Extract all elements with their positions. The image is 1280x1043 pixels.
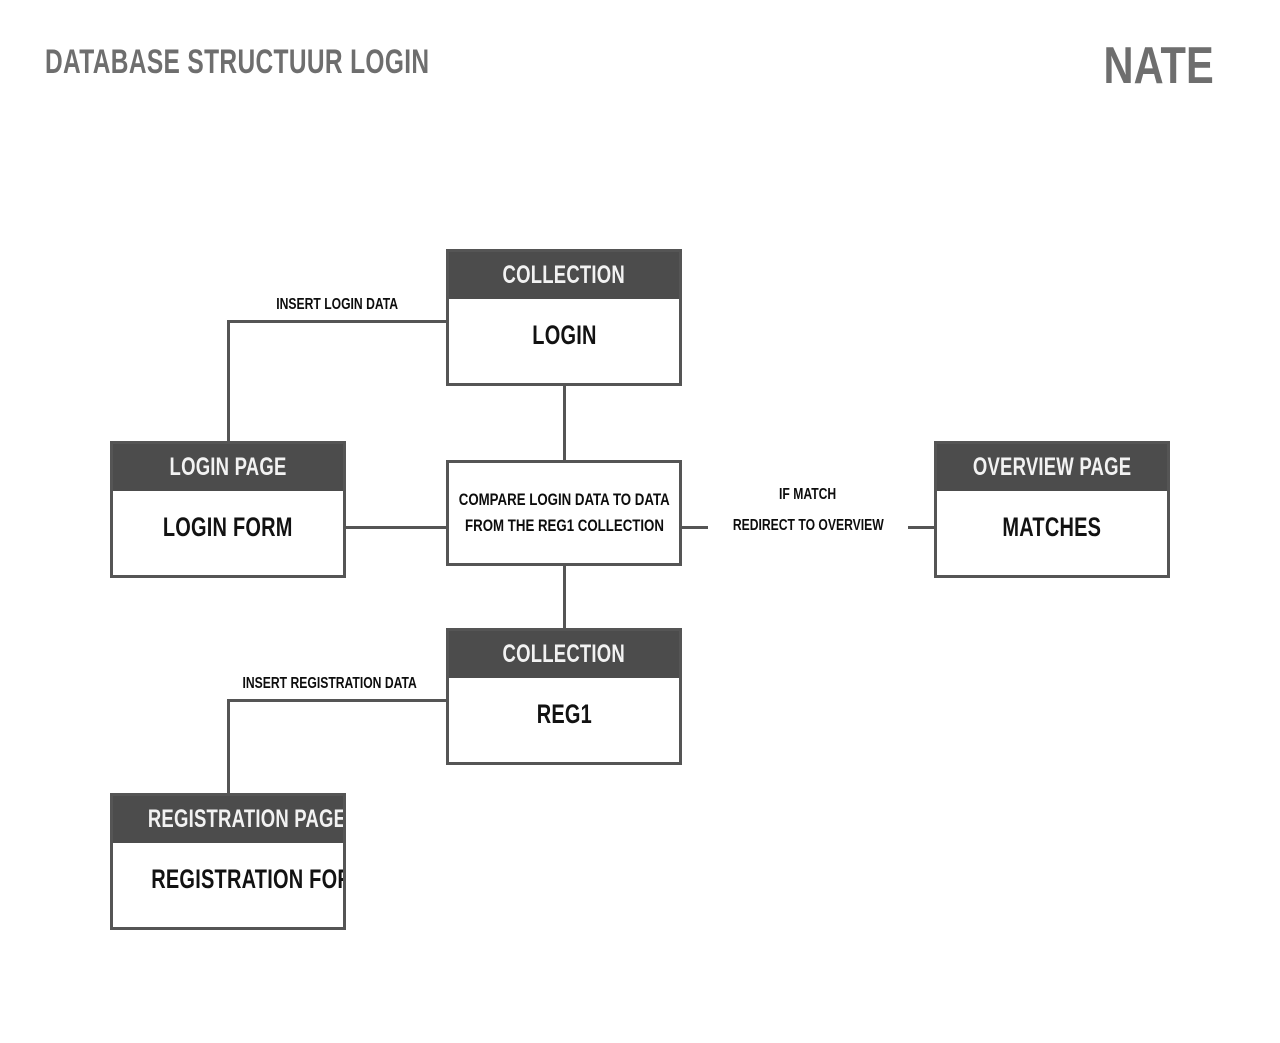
node-registration-page-header: REGISTRATION PAGE — [113, 796, 343, 843]
diagram-canvas: DATABASE STRUCTUUR LOGIN NATE INSERT LOG… — [0, 0, 1280, 1043]
node-registration-page-body: REGISTRATION FORM — [113, 843, 343, 927]
node-overview-page-body-text: MATCHES — [1002, 512, 1102, 542]
node-registration-page-body-text: REGISTRATION FORM — [151, 864, 343, 894]
node-compare-login-data-line1: COMPARE LOGIN DATA TO DATA — [458, 489, 670, 509]
node-overview-page-header-text: OVERVIEW PAGE — [972, 453, 1132, 481]
node-overview-page-body: MATCHES — [937, 491, 1167, 575]
node-compare-login-data-line2: FROM THE REG1 COLLECTION — [464, 516, 664, 535]
node-collection-reg1[interactable]: COLLECTION REG1 — [446, 628, 682, 765]
edge-label-insert-login-data-text: INSERT LOGIN DATA — [276, 296, 398, 313]
node-registration-page[interactable]: REGISTRATION PAGE REGISTRATION FORM — [110, 793, 346, 930]
connector-registrationpage-to-collectionreg1-horizontal — [227, 699, 450, 702]
node-collection-login-body-text: LOGIN — [531, 320, 597, 350]
node-login-page-body: LOGIN FORM — [113, 491, 343, 575]
node-collection-login[interactable]: COLLECTION LOGIN — [446, 249, 682, 386]
node-registration-page-header-text: REGISTRATION PAGE — [147, 805, 343, 833]
node-overview-page-header: OVERVIEW PAGE — [937, 444, 1167, 491]
node-collection-reg1-header-text: COLLECTION — [502, 640, 626, 668]
connector-compare-to-collectionreg1 — [563, 564, 566, 629]
edge-label-redirect-to-overview-text: REDIRECT TO OVERVIEW — [732, 517, 884, 534]
brand-logo: NATE — [1103, 37, 1214, 95]
node-collection-login-header: COLLECTION — [449, 252, 679, 299]
node-collection-login-header-text: COLLECTION — [502, 261, 626, 289]
edge-label-insert-registration-data: INSERT REGISTRATION DATA — [215, 675, 440, 693]
edge-label-if-match-text: IF MATCH — [779, 486, 837, 503]
node-login-page-body-text: LOGIN FORM — [163, 512, 293, 542]
page-title: DATABASE STRUCTUUR LOGIN — [45, 43, 430, 81]
connector-collectionlogin-to-compare — [563, 385, 566, 463]
node-login-page-header: LOGIN PAGE — [113, 444, 343, 491]
edge-label-insert-registration-data-text: INSERT REGISTRATION DATA — [242, 675, 417, 692]
node-collection-reg1-body-text: REG1 — [536, 699, 592, 729]
node-compare-login-data-body: COMPARE LOGIN DATA TO DATA FROM THE REG1… — [449, 463, 679, 563]
node-login-page-header-text: LOGIN PAGE — [169, 453, 287, 481]
node-collection-login-body: LOGIN — [449, 299, 679, 383]
connector-loginpage-to-collectionlogin-horizontal — [227, 320, 450, 323]
connector-loginpage-to-compare — [345, 526, 449, 529]
connector-loginpage-to-collectionlogin-vertical — [227, 320, 230, 444]
edge-label-insert-login-data: INSERT LOGIN DATA — [247, 296, 427, 314]
edge-label-redirect-to-overview: REDIRECT TO OVERVIEW — [708, 517, 908, 535]
node-collection-reg1-body: REG1 — [449, 678, 679, 762]
connector-registrationpage-to-collectionreg1-vertical — [227, 699, 230, 795]
edge-label-if-match: IF MATCH — [723, 486, 893, 504]
node-compare-login-data[interactable]: COMPARE LOGIN DATA TO DATA FROM THE REG1… — [446, 460, 682, 566]
node-login-page[interactable]: LOGIN PAGE LOGIN FORM — [110, 441, 346, 578]
node-overview-page[interactable]: OVERVIEW PAGE MATCHES — [934, 441, 1170, 578]
node-collection-reg1-header: COLLECTION — [449, 631, 679, 678]
